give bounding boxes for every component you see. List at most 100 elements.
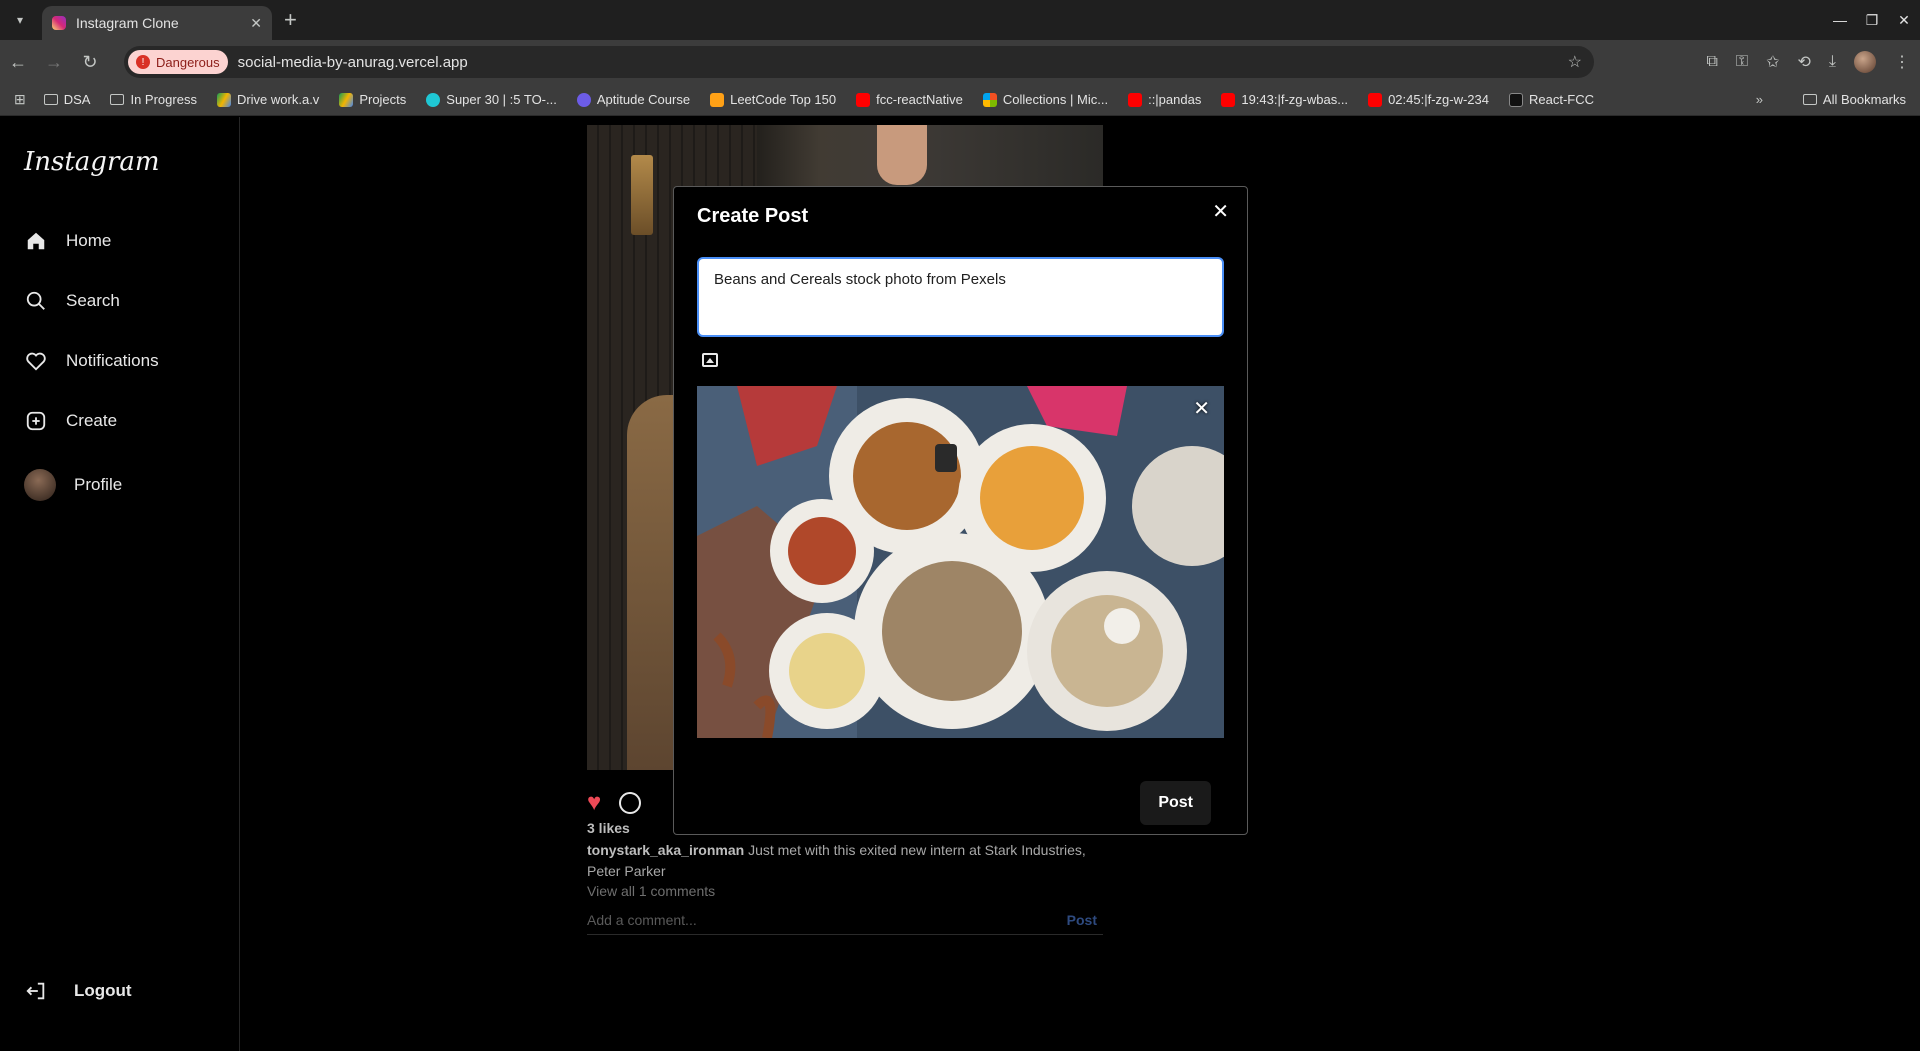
browser-toolbar: ← → ↻ ! Dangerous social-media-by-anurag…: [0, 40, 1920, 84]
forward-icon[interactable]: →: [36, 52, 72, 73]
app-root: Instagram Home Search Notifications Crea…: [0, 117, 1920, 1051]
address-bar[interactable]: ! Dangerous social-media-by-anurag.verce…: [124, 46, 1594, 78]
bookmark-f-zg-wbas[interactable]: 19:43:|f-zg-wbas...: [1221, 92, 1348, 107]
like-heart-icon[interactable]: ♥: [587, 789, 601, 817]
logout-label: Logout: [74, 981, 132, 1000]
sidebar-item-home[interactable]: Home: [24, 229, 111, 253]
sidebar: Instagram Home Search Notifications Crea…: [0, 117, 240, 1051]
extensions-icon[interactable]: ⧉: [1706, 53, 1717, 71]
bookmark-label: Super 30 | :5 TO-...: [446, 92, 557, 107]
bookmarks-manager-icon[interactable]: ✩: [1766, 52, 1779, 72]
bookmark-f-zg-w-234[interactable]: 02:45:|f-zg-w-234: [1368, 92, 1489, 107]
comment-row: Post: [587, 905, 1103, 935]
remove-image-icon[interactable]: ✕: [1193, 396, 1210, 421]
caption-textarea[interactable]: Beans and Cereals stock photo from Pexel…: [697, 257, 1224, 337]
browser-tab-bar: ▾ Instagram Clone ✕ + — ❐ ✕: [0, 0, 1920, 40]
bookmark-aptitude[interactable]: Aptitude Course: [576, 92, 690, 107]
bookmarks-right: » All Bookmarks: [1756, 92, 1906, 107]
more-menu-icon[interactable]: ⋮: [1894, 52, 1910, 72]
view-comments-link[interactable]: View all 1 comments: [587, 883, 715, 899]
folder-icon: [110, 94, 125, 105]
apps-grid-icon[interactable]: ⊞: [14, 91, 26, 108]
logout-button[interactable]: Logout: [24, 979, 132, 1003]
heart-icon: [24, 349, 48, 373]
restore-icon[interactable]: ❐: [1856, 12, 1888, 29]
instagram-favicon-icon: [52, 16, 66, 30]
comment-input[interactable]: [587, 911, 987, 928]
close-window-icon[interactable]: ✕: [1888, 12, 1920, 29]
post-button[interactable]: Post: [1140, 781, 1211, 825]
reload-icon[interactable]: ↻: [72, 52, 108, 73]
bookmark-label: fcc-reactNative: [876, 92, 963, 107]
comment-icon[interactable]: [619, 792, 642, 814]
tab-list-button[interactable]: ▾: [6, 6, 34, 34]
history-icon[interactable]: ⟲: [1798, 52, 1811, 72]
instagram-logo[interactable]: Instagram: [24, 147, 160, 177]
aptitude-icon: [576, 92, 591, 107]
react-fcc-icon: [1509, 92, 1523, 107]
bookmark-drive-work[interactable]: Drive work.a.v: [216, 92, 320, 107]
leetcode-icon: [710, 92, 725, 107]
security-label: Dangerous: [156, 54, 220, 70]
sidebar-item-create[interactable]: Create: [24, 409, 117, 433]
bookmark-pandas[interactable]: ::|pandas: [1128, 92, 1201, 107]
password-key-icon[interactable]: ⚿: [1736, 53, 1748, 71]
super30-icon: [426, 92, 441, 107]
new-tab-button[interactable]: +: [284, 7, 297, 33]
plus-square-icon: [24, 409, 48, 433]
sidebar-item-label: Notifications: [66, 351, 159, 370]
sidebar-item-search[interactable]: Search: [24, 289, 120, 313]
security-chip[interactable]: ! Dangerous: [128, 50, 228, 74]
search-icon: [24, 289, 48, 313]
create-post-modal: Create Post ✕ Beans and Cereals stock ph…: [673, 186, 1248, 835]
post-image-lamp: [631, 155, 653, 235]
download-icon[interactable]: ⤓: [1829, 53, 1836, 71]
modal-title: Create Post: [697, 205, 809, 227]
bookmark-dsa[interactable]: DSA: [43, 92, 90, 107]
sidebar-item-label: Search: [66, 291, 120, 310]
bookmark-leetcode[interactable]: LeetCode Top 150: [710, 92, 836, 107]
bookmark-label: In Progress: [130, 92, 197, 107]
google-drive-icon: [216, 92, 231, 107]
bookmark-in-progress[interactable]: In Progress: [110, 92, 197, 107]
youtube-icon: [1128, 92, 1143, 107]
sidebar-item-profile[interactable]: Profile: [24, 469, 122, 501]
folder-icon: [1802, 94, 1817, 105]
bookmark-label: Drive work.a.v: [236, 92, 320, 107]
comment-post-button[interactable]: Post: [1067, 912, 1097, 928]
bookmark-projects[interactable]: Projects: [339, 92, 406, 107]
avatar: [24, 469, 56, 501]
logout-icon: [24, 979, 48, 1003]
tab-close-icon[interactable]: ✕: [250, 15, 262, 32]
close-icon[interactable]: ✕: [1212, 199, 1229, 224]
profile-avatar-icon[interactable]: [1854, 51, 1876, 73]
all-bookmarks-label: All Bookmarks: [1822, 92, 1906, 107]
grain-sacks-photo: [697, 386, 1224, 738]
post-username[interactable]: tonystark_aka_ironman: [587, 842, 744, 858]
sidebar-item-label: Profile: [74, 475, 123, 494]
sidebar-item-notifications[interactable]: Notifications: [24, 349, 159, 373]
likes-count: 3 likes: [587, 820, 630, 836]
bookmark-react-fcc[interactable]: React-FCC: [1509, 92, 1594, 107]
bookmark-label: React-FCC: [1529, 92, 1595, 107]
tab-title: Instagram Clone: [76, 15, 179, 31]
bookmark-collections[interactable]: Collections | Mic...: [982, 92, 1109, 107]
microsoft-icon: [982, 92, 997, 107]
post-image-hand: [877, 125, 927, 185]
back-icon[interactable]: ←: [0, 52, 36, 73]
post-caption: tonystark_aka_ironman Just met with this…: [587, 840, 1087, 882]
all-bookmarks[interactable]: All Bookmarks: [1802, 92, 1906, 107]
browser-tab[interactable]: Instagram Clone ✕: [42, 6, 272, 40]
bookmark-super-30[interactable]: Super 30 | :5 TO-...: [426, 92, 557, 107]
more-bookmarks-icon[interactable]: »: [1756, 92, 1763, 107]
toolbar-icons: ⧉ ⚿ ✩ ⟲ ⤓ ⋮: [1706, 40, 1910, 84]
bookmark-fcc-react-native[interactable]: fcc-reactNative: [856, 92, 963, 107]
home-icon: [24, 229, 48, 253]
minimize-icon[interactable]: —: [1824, 12, 1856, 28]
folder-icon: [43, 94, 58, 105]
sidebar-item-label: Create: [66, 411, 118, 430]
image-upload-icon[interactable]: [702, 353, 718, 367]
bookmark-label: Collections | Mic...: [1002, 92, 1109, 107]
bookmark-star-icon[interactable]: ☆: [1568, 52, 1582, 72]
bookmark-label: 19:43:|f-zg-wbas...: [1241, 92, 1349, 107]
